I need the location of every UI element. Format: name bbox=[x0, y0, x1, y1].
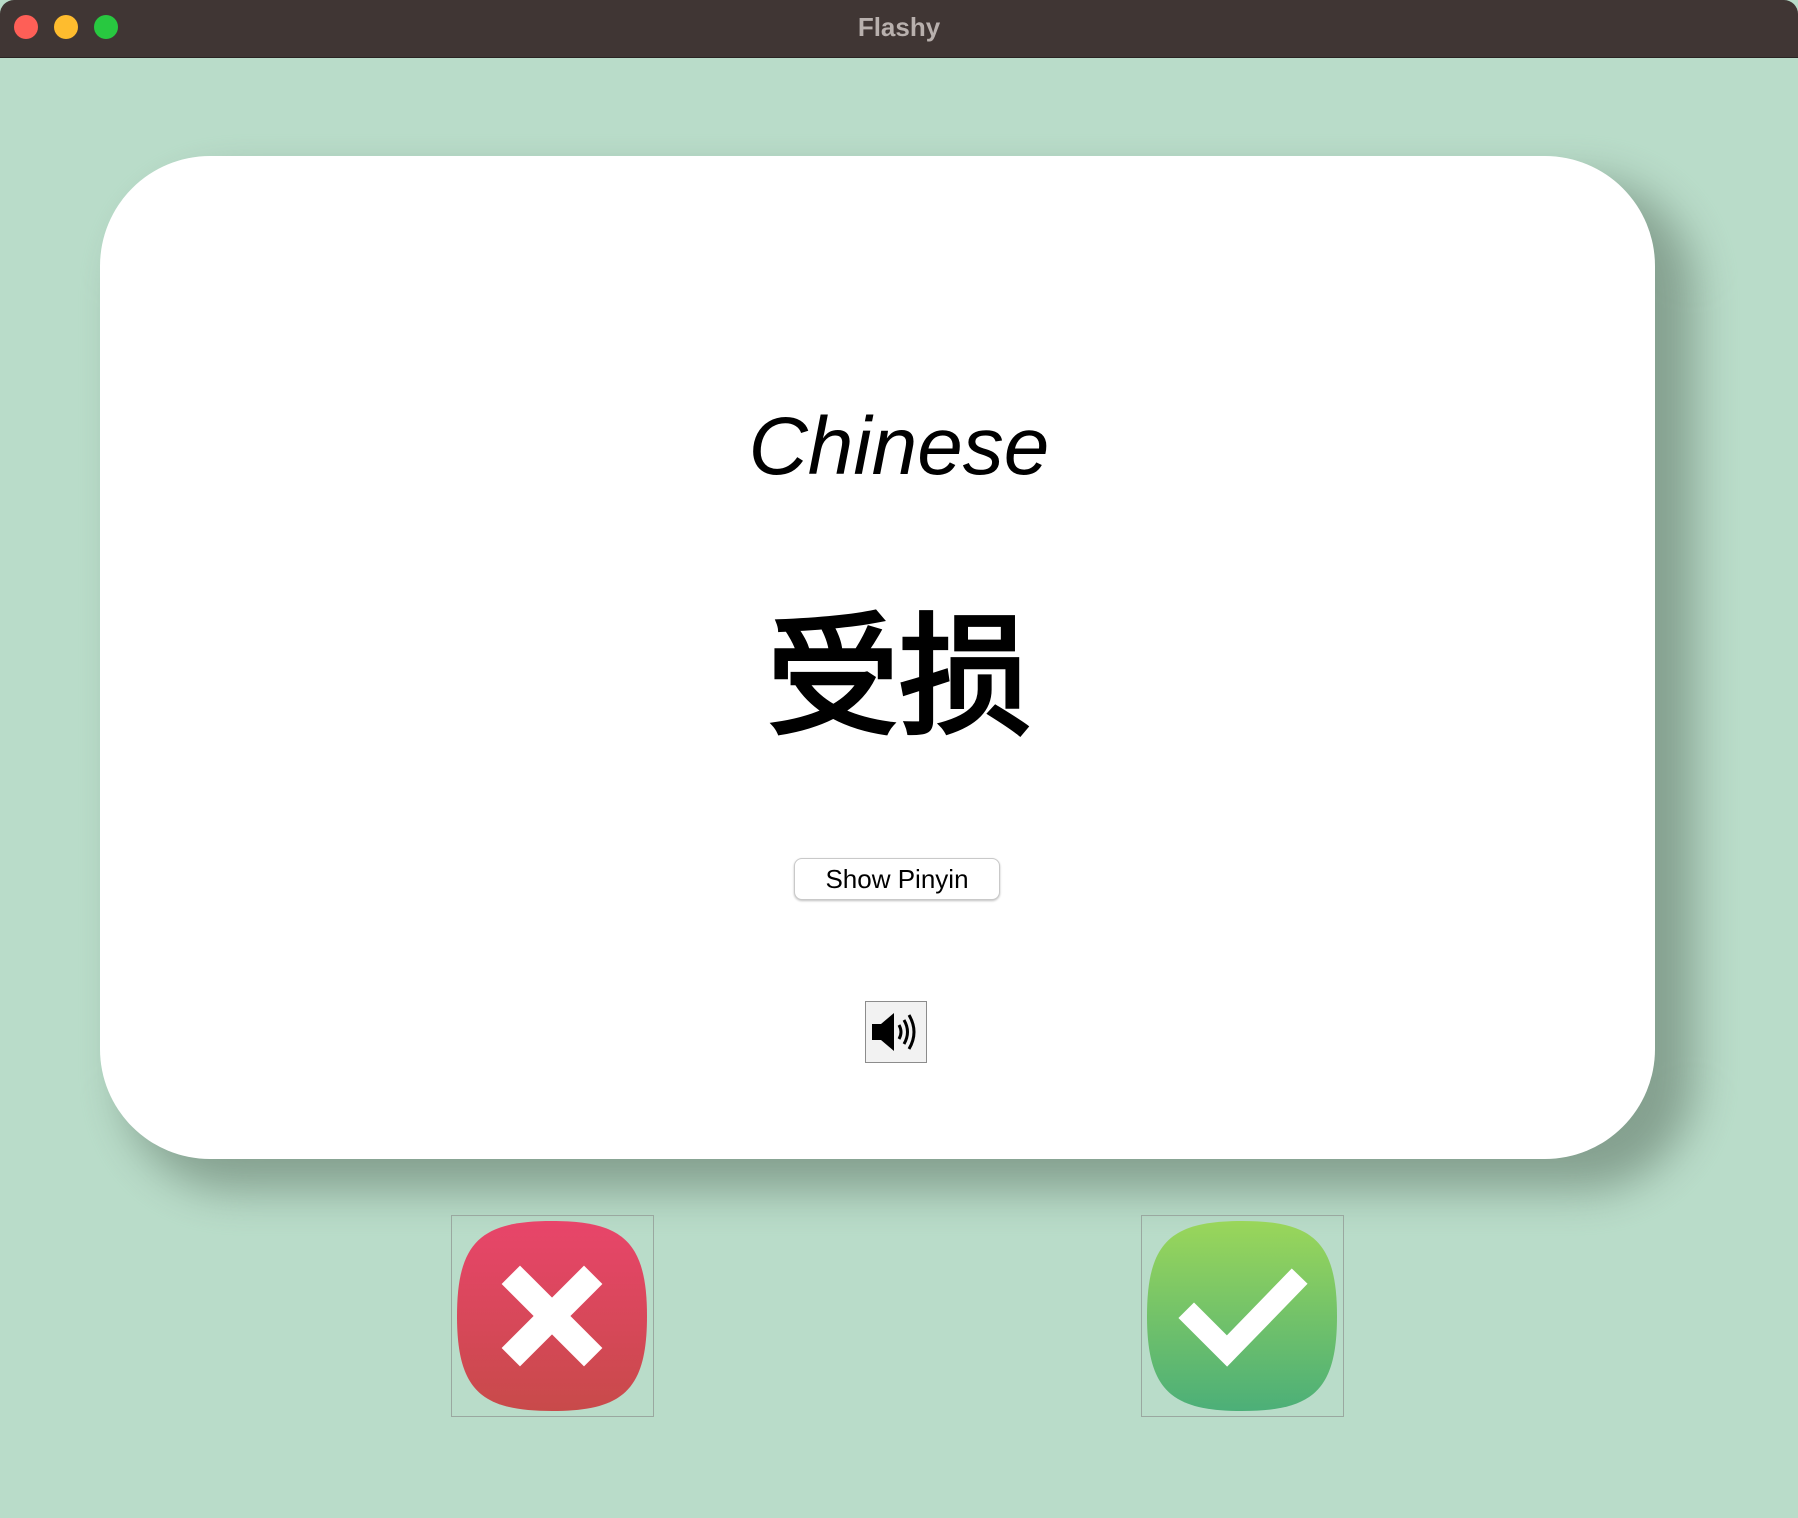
checkmark-icon bbox=[1147, 1221, 1337, 1411]
card-word: 受损 bbox=[767, 601, 1031, 755]
show-pinyin-button[interactable]: Show Pinyin bbox=[794, 858, 1000, 900]
speaker-icon bbox=[872, 1013, 916, 1051]
right-answer-button[interactable] bbox=[1141, 1215, 1344, 1417]
title-bar: Flashy bbox=[0, 0, 1798, 58]
app-window: Flashy Chinese 受损 Show Pinyin bbox=[0, 0, 1798, 1518]
window-title: Flashy bbox=[857, 12, 941, 42]
play-audio-button[interactable] bbox=[865, 1001, 927, 1063]
card-language-label: Chinese bbox=[748, 401, 1050, 492]
cross-icon bbox=[457, 1221, 647, 1411]
wrong-answer-button[interactable] bbox=[451, 1215, 654, 1417]
